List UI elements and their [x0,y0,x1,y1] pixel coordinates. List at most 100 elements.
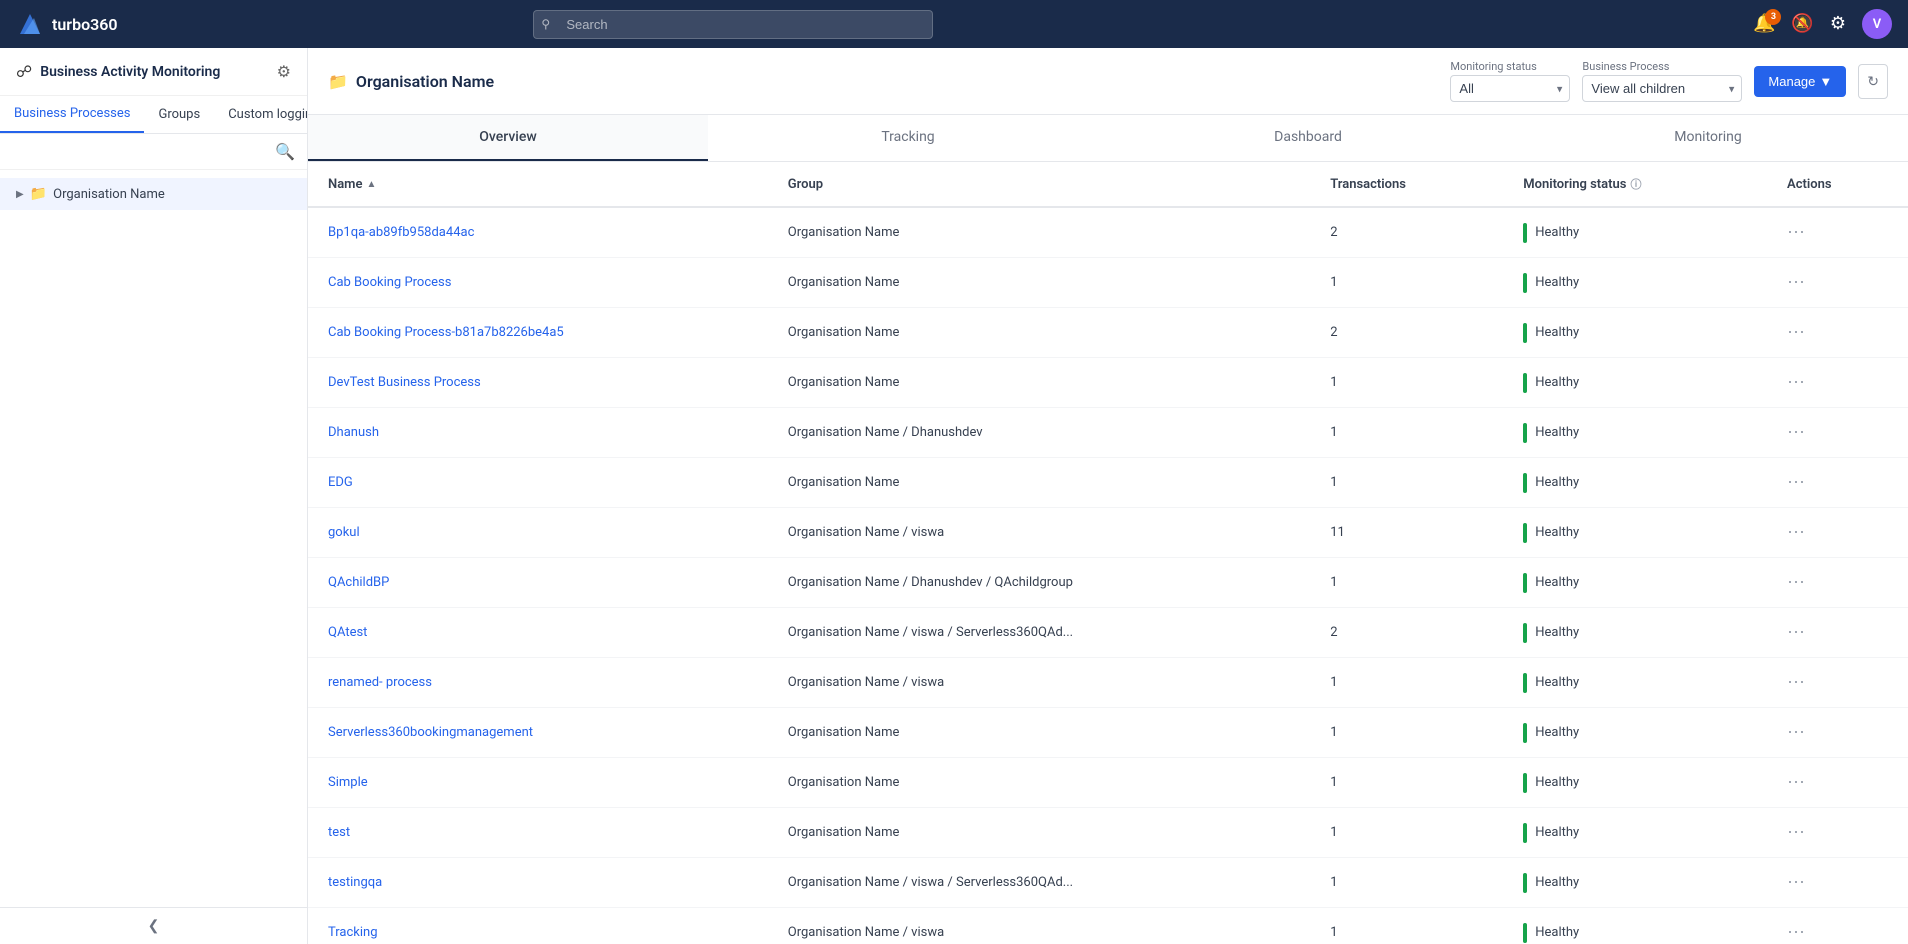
process-link-2[interactable]: Cab Booking Process-b81a7b8226be4a5 [328,325,564,340]
status-indicator-14 [1523,923,1527,943]
cell-transactions-5: 1 [1310,458,1503,508]
actions-menu-button-6[interactable]: ⋯ [1787,522,1806,543]
actions-menu-button-7[interactable]: ⋯ [1787,572,1806,593]
refresh-button[interactable]: ↻ [1858,64,1888,99]
process-link-7[interactable]: QAchildBP [328,575,389,590]
actions-menu-button-4[interactable]: ⋯ [1787,422,1806,443]
business-process-select[interactable]: View all children [1582,75,1742,102]
process-link-6[interactable]: gokul [328,525,360,540]
process-link-14[interactable]: Tracking [328,925,378,940]
status-indicator-11 [1523,773,1527,793]
sidebar-search-icon[interactable]: 🔍 [275,142,295,161]
cell-group-10: Organisation Name [768,708,1310,758]
process-link-3[interactable]: DevTest Business Process [328,375,481,390]
cell-actions-5: ⋯ [1767,458,1908,508]
tab-tracking[interactable]: Tracking [708,115,1108,161]
status-text-12: Healthy [1535,825,1579,840]
cell-status-4: Healthy [1503,408,1767,458]
tree-item-organisation[interactable]: ▶ 📁 Organisation Name [0,178,307,210]
th-transactions: Transactions [1310,162,1503,207]
process-link-4[interactable]: Dhanush [328,425,379,440]
search-input[interactable] [533,10,933,39]
notification-badge: 3 [1765,9,1781,25]
process-link-1[interactable]: Cab Booking Process [328,275,451,290]
cell-transactions-11: 1 [1310,758,1503,808]
actions-menu-button-1[interactable]: ⋯ [1787,272,1806,293]
sidebar-header: ☍ Business Activity Monitoring ⚙ [0,48,307,96]
status-indicator-6 [1523,523,1527,543]
header-controls: Monitoring status All Business Process V… [1450,60,1888,102]
cell-name-9: renamed- process [308,658,768,708]
tab-dashboard[interactable]: Dashboard [1108,115,1508,161]
table-row: gokul Organisation Name / viswa 11 Healt… [308,508,1908,558]
nav-search-area: ⚲ [533,10,933,39]
cell-actions-14: ⋯ [1767,908,1908,944]
actions-menu-button-5[interactable]: ⋯ [1787,472,1806,493]
user-avatar[interactable]: V [1862,9,1892,39]
status-text-10: Healthy [1535,725,1579,740]
status-indicator-1 [1523,273,1527,293]
status-indicator-12 [1523,823,1527,843]
tab-business-processes[interactable]: Business Processes [0,96,144,133]
tab-groups[interactable]: Groups [144,97,214,132]
process-link-0[interactable]: Bp1qa-ab89fb958da44ac [328,225,474,240]
actions-menu-button-3[interactable]: ⋯ [1787,372,1806,393]
cell-group-3: Organisation Name [768,358,1310,408]
actions-menu-button-14[interactable]: ⋯ [1787,922,1806,943]
cell-status-5: Healthy [1503,458,1767,508]
cell-actions-10: ⋯ [1767,708,1908,758]
status-text-4: Healthy [1535,425,1579,440]
table-row: Serverless360bookingmanagement Organisat… [308,708,1908,758]
process-link-13[interactable]: testingqa [328,875,382,890]
sidebar-gear-icon[interactable]: ⚙ [277,62,291,81]
actions-menu-button-0[interactable]: ⋯ [1787,222,1806,243]
tab-monitoring[interactable]: Monitoring [1508,115,1908,161]
cell-actions-7: ⋯ [1767,558,1908,608]
process-link-8[interactable]: QAtest [328,625,367,640]
process-link-10[interactable]: Serverless360bookingmanagement [328,725,533,740]
business-process-label: Business Process [1582,60,1742,73]
cell-status-8: Healthy [1503,608,1767,658]
settings-button[interactable]: ⚙ [1830,15,1846,33]
business-process-select-wrapper: View all children [1582,75,1742,102]
sidebar: ☍ Business Activity Monitoring ⚙ Busines… [0,48,308,944]
process-link-5[interactable]: EDG [328,475,353,490]
search-icon: ⚲ [541,17,550,31]
cell-name-14: Tracking [308,908,768,944]
th-actions: Actions [1767,162,1908,207]
table-row: Bp1qa-ab89fb958da44ac Organisation Name … [308,207,1908,258]
actions-menu-button-10[interactable]: ⋯ [1787,722,1806,743]
th-group: Group [768,162,1310,207]
cell-status-3: Healthy [1503,358,1767,408]
sidebar-collapse-button[interactable]: ❮ [0,907,307,944]
actions-menu-button-12[interactable]: ⋯ [1787,822,1806,843]
sort-icon[interactable]: ▲ [366,179,376,190]
cell-group-12: Organisation Name [768,808,1310,858]
cell-group-9: Organisation Name / viswa [768,658,1310,708]
cell-group-8: Organisation Name / viswa / Serverless36… [768,608,1310,658]
monitoring-status-select[interactable]: All [1450,75,1570,102]
refresh-icon: ↻ [1867,73,1879,89]
process-link-9[interactable]: renamed- process [328,675,432,690]
actions-menu-button-13[interactable]: ⋯ [1787,872,1806,893]
alerts-button[interactable]: 🔕 [1791,15,1813,33]
sidebar-tabs: Business Processes Groups Custom logging [0,96,307,134]
info-icon[interactable]: ⓘ [1630,176,1641,192]
logo-area[interactable]: turbo360 [16,10,118,38]
cell-name-5: EDG [308,458,768,508]
tab-overview[interactable]: Overview [308,115,708,161]
cell-group-14: Organisation Name / viswa [768,908,1310,944]
actions-menu-button-9[interactable]: ⋯ [1787,672,1806,693]
app-name: turbo360 [52,15,118,34]
process-link-11[interactable]: Simple [328,775,368,790]
actions-menu-button-2[interactable]: ⋯ [1787,322,1806,343]
th-name: Name ▲ [308,162,768,207]
manage-button[interactable]: Manage ▼ [1754,66,1846,97]
actions-menu-button-8[interactable]: ⋯ [1787,622,1806,643]
process-link-12[interactable]: test [328,825,350,840]
notifications-button[interactable]: 🔔 3 [1753,15,1775,33]
tab-custom-logging[interactable]: Custom logging [214,97,308,132]
actions-menu-button-11[interactable]: ⋯ [1787,772,1806,793]
table-row: Cab Booking Process Organisation Name 1 … [308,258,1908,308]
table-row: DevTest Business Process Organisation Na… [308,358,1908,408]
